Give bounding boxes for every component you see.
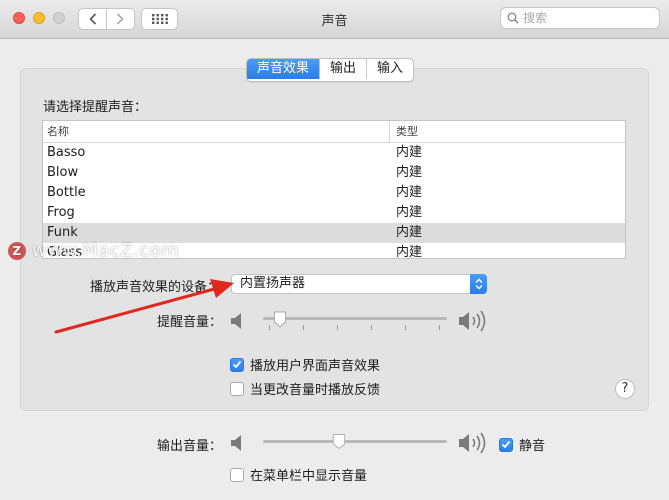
title-bar: 声音 <box>0 0 669 39</box>
list-item[interactable]: Bottle 内建 <box>43 183 625 203</box>
list-header: 名称 类型 <box>43 121 625 143</box>
slider-knob[interactable] <box>332 433 346 450</box>
help-button[interactable]: ? <box>615 379 635 399</box>
watermark: Z www.MacZ.com <box>8 240 179 261</box>
sound-type: 内建 <box>396 225 423 240</box>
speaker-low-icon <box>231 313 241 329</box>
output-device-value: 内置扬声器 <box>240 276 306 291</box>
search-icon <box>507 12 519 24</box>
slider-tick <box>405 325 406 330</box>
sound-name: Frog <box>47 205 75 220</box>
checkmark-icon <box>501 440 511 449</box>
slider-tick <box>303 325 304 330</box>
tab-bar: 声音效果 输出 输入 <box>246 58 415 82</box>
list-item[interactable]: Blow 内建 <box>43 163 625 183</box>
mute-option[interactable]: 静音 <box>499 435 545 454</box>
ui-sound-effects-checkbox[interactable] <box>230 357 244 372</box>
sound-type: 内建 <box>396 205 423 220</box>
alert-volume-label: 提醒音量： <box>157 315 223 330</box>
slider-tick <box>269 325 270 330</box>
mute-label[interactable]: 静音 <box>519 435 545 454</box>
popup-stepper[interactable] <box>470 274 487 294</box>
watermark-text: www.MacZ.com <box>32 240 180 261</box>
mute-checkbox[interactable] <box>499 437 513 452</box>
sound-name: Bottle <box>47 185 86 200</box>
alert-volume-slider[interactable] <box>263 309 447 333</box>
speaker-high-icon <box>459 432 486 454</box>
list-item[interactable]: Basso 内建 <box>43 143 625 163</box>
slider-tick <box>337 325 338 330</box>
slider-track <box>263 440 447 443</box>
speaker-high-icon <box>459 310 486 332</box>
alert-sound-prompt: 请选择提醒声音： <box>43 100 148 115</box>
sound-type: 内建 <box>396 145 423 160</box>
column-header-type[interactable]: 类型 <box>390 121 418 142</box>
slider-tick <box>439 325 440 330</box>
sound-type: 内建 <box>396 245 423 259</box>
watermark-logo: Z <box>8 241 26 260</box>
sound-name: Blow <box>47 165 79 180</box>
output-volume-label: 输出音量： <box>157 439 223 454</box>
slider-tick <box>371 325 372 330</box>
list-item[interactable]: Frog 内建 <box>43 203 625 223</box>
search-field[interactable] <box>500 7 660 29</box>
output-volume-slider[interactable] <box>263 431 447 455</box>
volume-feedback-label[interactable]: 当更改音量时播放反馈 <box>250 379 380 398</box>
ui-sound-effects-option[interactable]: 播放用户界面声音效果 <box>230 355 380 374</box>
tab-sound-effects[interactable]: 声音效果 <box>247 59 321 79</box>
volume-feedback-checkbox[interactable] <box>230 381 244 396</box>
speaker-low-icon <box>231 435 241 451</box>
ui-sound-effects-label[interactable]: 播放用户界面声音效果 <box>250 355 380 374</box>
slider-knob[interactable] <box>273 311 287 328</box>
column-header-name[interactable]: 名称 <box>43 121 390 142</box>
show-volume-in-menubar-option[interactable]: 在菜单栏中显示音量 <box>230 465 367 484</box>
output-device-select[interactable]: 内置扬声器 <box>231 274 487 294</box>
sound-name: Basso <box>47 145 86 160</box>
show-volume-in-menubar-checkbox[interactable] <box>230 467 244 482</box>
search-input[interactable] <box>523 11 643 25</box>
tab-input[interactable]: 输入 <box>367 59 413 79</box>
sound-type: 内建 <box>396 165 423 180</box>
chevron-updown-icon <box>475 278 482 290</box>
volume-feedback-option[interactable]: 当更改音量时播放反馈 <box>230 379 380 398</box>
slider-track <box>263 317 447 320</box>
alert-sound-list[interactable]: 名称 类型 Basso 内建 Blow 内建 Bottle 内建 Frog 内建… <box>42 120 626 259</box>
show-volume-in-menubar-label[interactable]: 在菜单栏中显示音量 <box>250 465 367 484</box>
checkmark-icon <box>232 360 242 369</box>
sound-type: 内建 <box>396 185 423 200</box>
tab-output[interactable]: 输出 <box>320 59 368 79</box>
